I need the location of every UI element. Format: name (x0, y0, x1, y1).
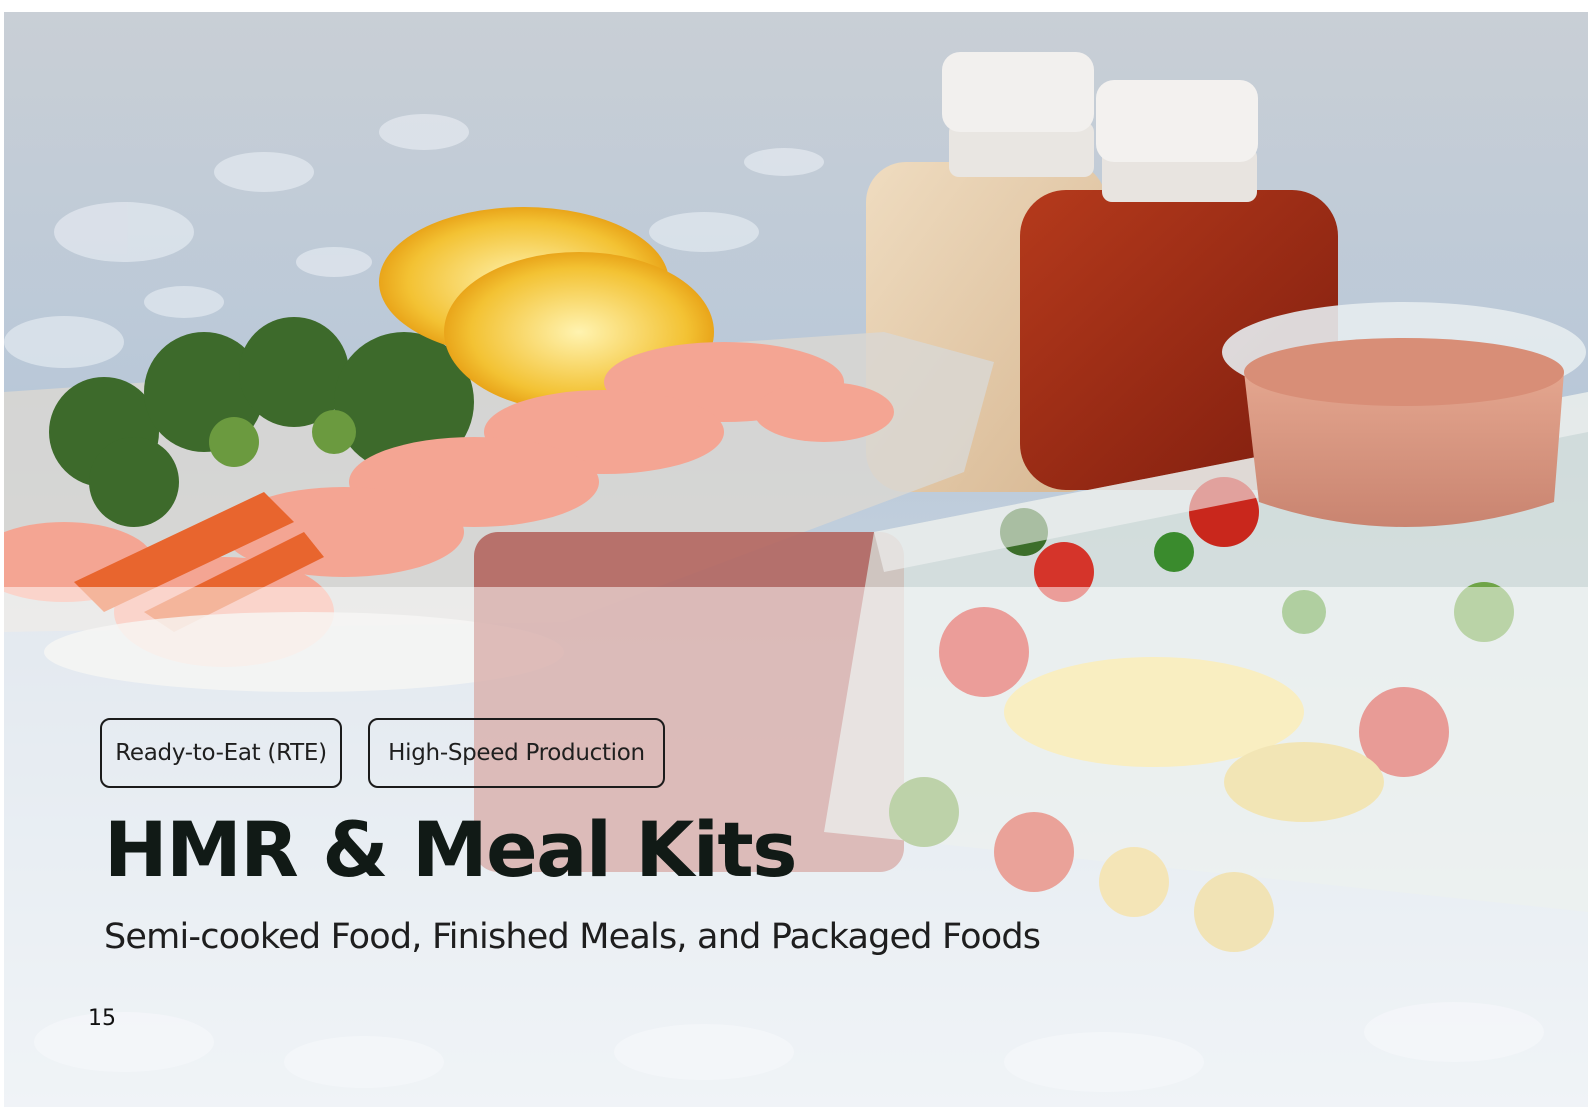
dip-cup (1222, 302, 1586, 527)
page-subtitle: Semi-cooked Food, Finished Meals, and Pa… (104, 917, 1041, 957)
tag-ready-to-eat: Ready-to-Eat (RTE) (100, 718, 342, 788)
page-number: 15 (88, 1006, 116, 1031)
slide-page: Ready-to-Eat (RTE) High-Speed Production… (4, 12, 1588, 1107)
page-title: HMR & Meal Kits (104, 805, 797, 894)
tag-high-speed-production: High-Speed Production (368, 718, 665, 788)
tag-label: Ready-to-Eat (RTE) (115, 740, 327, 766)
tag-label: High-Speed Production (388, 740, 645, 766)
